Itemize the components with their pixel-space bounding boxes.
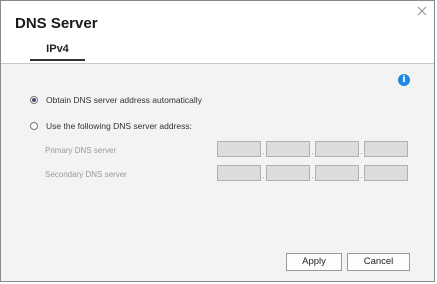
apply-button[interactable]: Apply: [286, 253, 342, 271]
cancel-button[interactable]: Cancel: [347, 253, 410, 271]
manual-dns-label: Use the following DNS server address:: [46, 121, 192, 131]
tab-bar: IPv4: [1, 41, 434, 64]
info-icon[interactable]: i: [398, 74, 410, 86]
auto-dns-label: Obtain DNS server address automatically: [46, 95, 202, 105]
manual-dns-radio[interactable]: [30, 122, 38, 130]
dns-server-dialog: DNS Server IPv4 i Obtain DNS server addr…: [0, 0, 435, 282]
secondary-dns-octet-4: [364, 165, 408, 181]
auto-dns-radio[interactable]: [30, 96, 38, 104]
primary-dns-input: . . .: [217, 141, 408, 157]
auto-dns-option[interactable]: Obtain DNS server address automatically: [30, 95, 202, 105]
primary-dns-octet-2: [266, 141, 310, 157]
settings-panel: i Obtain DNS server address automaticall…: [1, 64, 434, 281]
primary-dns-octet-3: [315, 141, 359, 157]
primary-dns-octet-1: [217, 141, 261, 157]
close-icon[interactable]: [416, 5, 428, 17]
primary-dns-label: Primary DNS server: [45, 146, 117, 155]
manual-dns-option[interactable]: Use the following DNS server address:: [30, 121, 192, 131]
dialog-title: DNS Server: [15, 15, 98, 32]
secondary-dns-octet-3: [315, 165, 359, 181]
tab-ipv4[interactable]: IPv4: [30, 41, 85, 61]
secondary-dns-input: . . .: [217, 165, 408, 181]
primary-dns-octet-4: [364, 141, 408, 157]
secondary-dns-label: Secondary DNS server: [45, 170, 127, 179]
secondary-dns-octet-2: [266, 165, 310, 181]
secondary-dns-octet-1: [217, 165, 261, 181]
